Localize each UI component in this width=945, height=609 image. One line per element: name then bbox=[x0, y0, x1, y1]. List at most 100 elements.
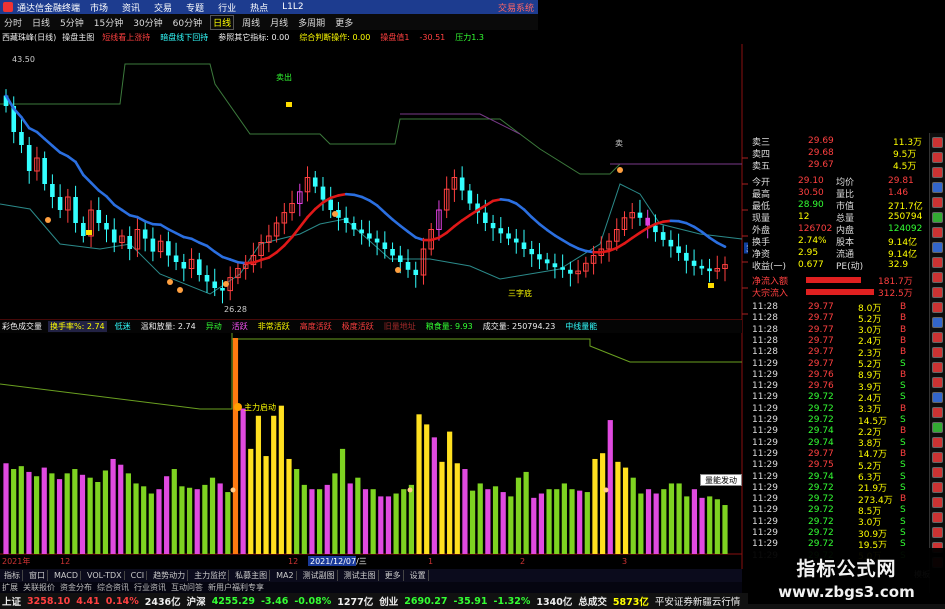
tab-more[interactable]: 更多 bbox=[383, 570, 404, 581]
menu-level[interactable]: L1L2 bbox=[282, 2, 303, 12]
tab-monitor[interactable]: 主力监控 bbox=[192, 570, 230, 581]
tab-indicator[interactable]: 指标 bbox=[2, 570, 23, 581]
menu-hot[interactable]: 热点 bbox=[250, 1, 268, 14]
candle-body bbox=[50, 184, 55, 197]
candle-body bbox=[467, 190, 473, 204]
tool-icon[interactable] bbox=[932, 467, 943, 478]
menu-item-1min[interactable]: 分时 bbox=[2, 16, 24, 29]
tick-price: 29.75 bbox=[808, 460, 834, 471]
tab-private[interactable]: 私募主图 bbox=[233, 570, 271, 581]
menu-item-weekly[interactable]: 周线 bbox=[240, 16, 262, 29]
vol-item-10: 粮食量: 9.93 bbox=[425, 322, 473, 331]
tool-icon[interactable] bbox=[932, 437, 943, 448]
volume-bar bbox=[286, 458, 292, 554]
ext-tab-industry[interactable]: 行业资讯 bbox=[134, 582, 166, 593]
tool-icon[interactable] bbox=[932, 227, 943, 238]
menu-item-multi[interactable]: 多周期 bbox=[296, 16, 327, 29]
tool-icon[interactable] bbox=[932, 347, 943, 358]
ma-segment bbox=[715, 241, 727, 248]
menu-trade[interactable]: 交易 bbox=[154, 1, 172, 14]
index-amt-hs: 1277亿 bbox=[337, 597, 374, 608]
tool-icon[interactable] bbox=[932, 302, 943, 313]
menu-item-15min[interactable]: 15分钟 bbox=[92, 16, 125, 29]
ext-tab-funds[interactable]: 资金分布 bbox=[60, 582, 92, 593]
menu-item-daily-a[interactable]: 日线 bbox=[30, 16, 52, 29]
tool-icon[interactable] bbox=[932, 392, 943, 403]
candle-body bbox=[645, 217, 650, 226]
tool-icon[interactable] bbox=[932, 287, 943, 298]
ma-segment bbox=[484, 199, 495, 207]
menu-industry[interactable]: 行业 bbox=[218, 1, 236, 14]
tab-vol-tdx[interactable]: VOL-TDX bbox=[85, 571, 125, 580]
tool-icon[interactable] bbox=[932, 332, 943, 343]
index-pct-sh: 0.14% bbox=[105, 595, 139, 607]
menu-item-60min[interactable]: 60分钟 bbox=[171, 16, 204, 29]
ext-tab-related[interactable]: 关联报价 bbox=[23, 582, 55, 593]
trade-link[interactable]: 交易系统 bbox=[498, 1, 538, 14]
tool-icon[interactable] bbox=[932, 497, 943, 508]
ext-tab-expand[interactable]: 扩展 bbox=[2, 582, 18, 593]
tick-side: S bbox=[900, 471, 906, 482]
tool-icon[interactable] bbox=[932, 317, 943, 328]
menu-topic[interactable]: 专题 bbox=[186, 1, 204, 14]
candle-body bbox=[382, 242, 388, 249]
tab-test-main[interactable]: 测试主图 bbox=[342, 570, 379, 581]
index-name-cy[interactable]: 创业 bbox=[379, 594, 398, 608]
tool-icon[interactable] bbox=[932, 452, 943, 463]
tool-icon[interactable] bbox=[932, 197, 943, 208]
vol-indicator-name[interactable]: 彩色成交量 bbox=[2, 321, 42, 332]
tool-icon[interactable] bbox=[932, 152, 943, 163]
tab-test-sub[interactable]: 测试副图 bbox=[301, 570, 338, 581]
indicator-main[interactable]: 操盘主图 bbox=[62, 32, 94, 43]
vol-trail-line bbox=[0, 331, 742, 363]
tool-icon[interactable] bbox=[932, 407, 943, 418]
tab-window[interactable]: 窗口 bbox=[27, 570, 48, 581]
stat-row: 现量 12 总量 250794 bbox=[748, 211, 929, 224]
menu-item-5min[interactable]: 5分钟 bbox=[58, 16, 86, 29]
tab-trend[interactable]: 趋势动力 bbox=[151, 570, 189, 581]
menu-item-monthly[interactable]: 月线 bbox=[268, 16, 290, 29]
volume-bar bbox=[309, 489, 315, 554]
tool-icon[interactable] bbox=[932, 527, 943, 538]
ext-tab-qa[interactable]: 互动问答 bbox=[171, 582, 203, 593]
tick-price: 29.72 bbox=[808, 482, 834, 493]
menu-news[interactable]: 资讯 bbox=[122, 1, 140, 14]
menu-item-30min[interactable]: 30分钟 bbox=[131, 16, 164, 29]
app-logo-icon bbox=[3, 2, 13, 12]
stock-title[interactable]: 西藏珠峰(日线) bbox=[2, 32, 56, 43]
tick-side: B bbox=[900, 335, 907, 346]
tool-icon[interactable] bbox=[932, 482, 943, 493]
candle-body bbox=[537, 254, 542, 260]
tool-icon[interactable] bbox=[932, 167, 943, 178]
tool-icon[interactable] bbox=[932, 212, 943, 223]
tick-time: 11:29 bbox=[752, 415, 778, 425]
tool-icon[interactable] bbox=[932, 242, 943, 253]
vol-item-12: 中线量能 bbox=[565, 322, 598, 331]
tool-icon[interactable] bbox=[932, 182, 943, 193]
tab-cci[interactable]: CCI bbox=[129, 571, 148, 580]
candlesticks bbox=[3, 89, 728, 304]
sell-tag-label: 卖 bbox=[615, 139, 623, 148]
candle-body bbox=[498, 228, 504, 234]
tab-macd[interactable]: MACD bbox=[52, 571, 81, 580]
menu-item-daily[interactable]: 日线 bbox=[210, 14, 235, 30]
index-name-hs[interactable]: 沪深 bbox=[187, 594, 206, 608]
tick-side: B bbox=[900, 448, 907, 459]
tool-icon[interactable] bbox=[932, 257, 943, 268]
tool-icon[interactable] bbox=[932, 362, 943, 373]
stat-value-2: 9.14亿 bbox=[888, 249, 918, 260]
stat-label: 收益(一) bbox=[752, 261, 787, 272]
menu-item-more[interactable]: 更多 bbox=[333, 16, 355, 29]
tool-icon[interactable] bbox=[932, 512, 943, 523]
index-name-sh[interactable]: 上证 bbox=[2, 594, 21, 608]
menu-market[interactable]: 市场 bbox=[90, 1, 108, 14]
tool-icon[interactable] bbox=[932, 137, 943, 148]
ext-tab-news[interactable]: 综合资讯 bbox=[97, 582, 129, 593]
tool-icon[interactable] bbox=[932, 272, 943, 283]
tool-icon[interactable] bbox=[932, 377, 943, 388]
kline-chart[interactable]: 38.0036.0034.0032.0030.0028.0026.0031.04… bbox=[0, 44, 748, 569]
tab-settings[interactable]: 设置 bbox=[408, 570, 429, 581]
tool-icon[interactable] bbox=[932, 422, 943, 433]
tab-ma2[interactable]: MA2 bbox=[274, 571, 297, 580]
ext-tab-welfare[interactable]: 新用户福利专享 bbox=[208, 582, 264, 593]
